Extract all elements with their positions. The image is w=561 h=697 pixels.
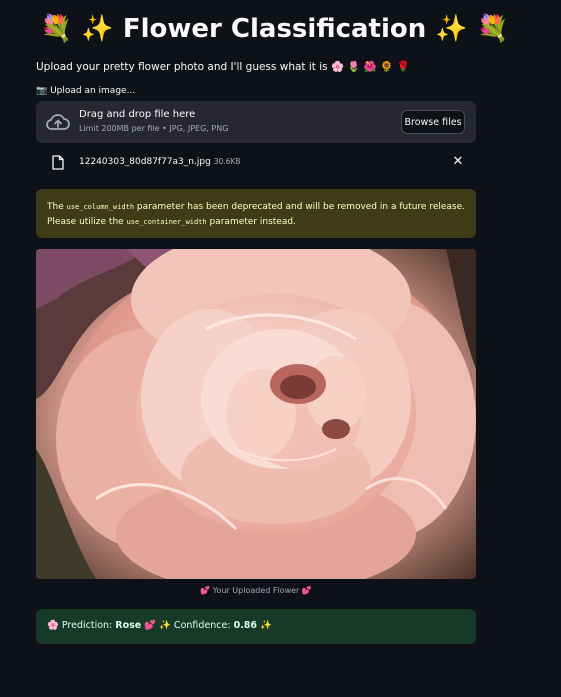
page-subtitle: Upload your pretty flower photo and I'll… bbox=[36, 61, 410, 73]
prediction-middle: 💕 ✨ Confidence: bbox=[141, 620, 234, 631]
prediction-confidence: 0.86 bbox=[233, 620, 258, 631]
prediction-result: 🌸 Prediction: Rose 💕 ✨ Confidence: 0.86 … bbox=[36, 609, 476, 644]
warning-text-3: parameter instead. bbox=[206, 217, 296, 227]
cloud-upload-icon bbox=[46, 114, 70, 130]
uploader-label: 📷 Upload an image... bbox=[36, 86, 136, 96]
file-name-text: 12240303_80d87f77a3_n.jpg 30.6KB bbox=[79, 157, 241, 167]
warning-code-1: use_column_width bbox=[66, 203, 135, 211]
rose-photo bbox=[36, 249, 476, 579]
file-icon bbox=[52, 155, 64, 170]
browse-files-button[interactable]: Browse files bbox=[401, 110, 465, 134]
prediction-label: Rose bbox=[115, 620, 142, 631]
prediction-prefix: 🌸 Prediction: bbox=[47, 620, 116, 631]
file-dropzone[interactable]: Drag and drop file here Limit 200MB per … bbox=[36, 101, 476, 143]
dropzone-limit-text: Limit 200MB per file • JPG, JPEG, PNG bbox=[79, 124, 229, 133]
uploaded-file-row: 12240303_80d87f77a3_n.jpg 30.6KB ✕ bbox=[36, 150, 476, 176]
prediction-suffix: ✨ bbox=[257, 620, 272, 631]
image-caption: 💕 Your Uploaded Flower 💕 bbox=[200, 586, 312, 595]
dropzone-title: Drag and drop file here bbox=[79, 109, 196, 120]
uploaded-flower-image bbox=[36, 249, 476, 579]
close-icon[interactable]: ✕ bbox=[452, 155, 464, 168]
deprecation-warning: The use_column_width parameter has been … bbox=[36, 189, 476, 238]
warning-code-2: use_container_width bbox=[126, 218, 207, 226]
warning-text-1: The bbox=[47, 202, 67, 212]
file-size: 30.6KB bbox=[213, 157, 241, 166]
file-name: 12240303_80d87f77a3_n.jpg bbox=[79, 157, 211, 167]
page-title: 💐 ✨ Flower Classification ✨ 💐 bbox=[40, 14, 510, 44]
dropzone-text: Drag and drop file here Limit 200MB per … bbox=[79, 109, 228, 133]
app-page: 💐 ✨ Flower Classification ✨ 💐 Upload you… bbox=[0, 0, 561, 697]
